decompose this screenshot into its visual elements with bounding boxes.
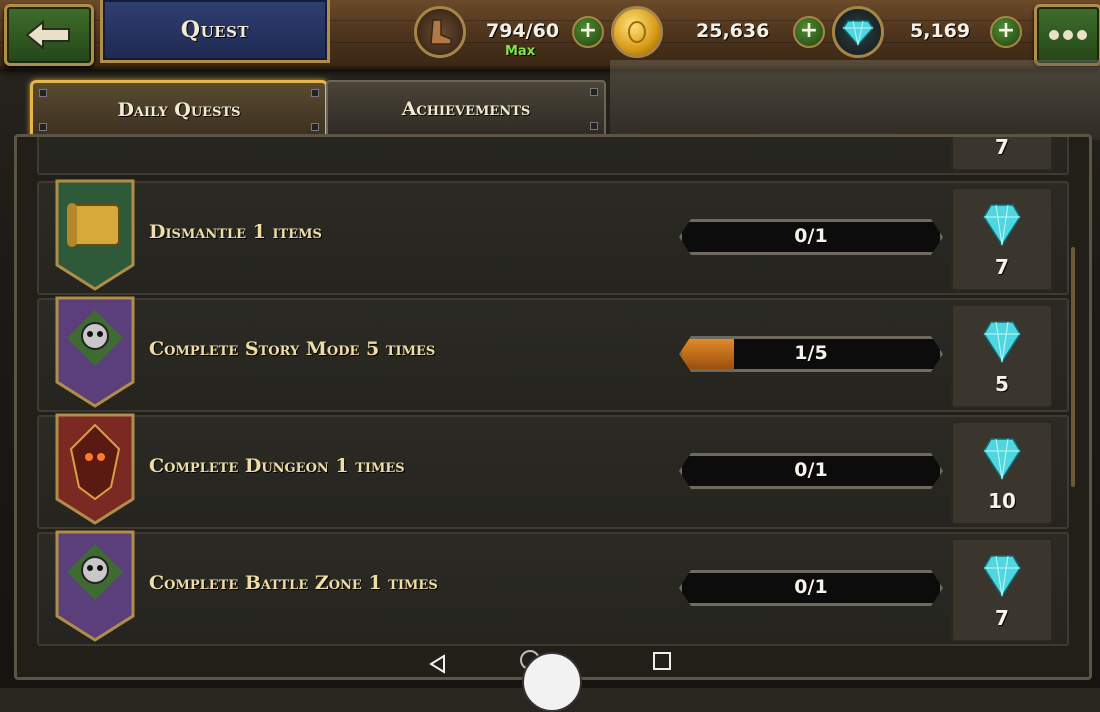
gem-icon: [983, 437, 1021, 485]
quest-name: Complete Story Mode 5 times: [149, 338, 436, 360]
tab-achievements-label: Achievements: [401, 98, 531, 120]
scroll-icon: [53, 179, 137, 291]
reward-amount: 5: [995, 372, 1009, 396]
gem-value: 5,169: [910, 20, 971, 42]
more-dots-icon: [1049, 30, 1087, 40]
reward-amount: 7: [995, 606, 1009, 630]
stamina-value: 794/60: [486, 20, 560, 42]
stamina-max-label: Max: [505, 44, 536, 59]
quest-row[interactable]: Complete Dungeon 1 times 0/1 10: [37, 413, 1069, 529]
list-item-partial: 7: [37, 135, 1069, 175]
quest-name: Complete Battle Zone 1 times: [149, 572, 438, 594]
reward-box[interactable]: 10: [951, 421, 1053, 525]
background-scenery: [610, 60, 1100, 140]
reward-box[interactable]: 7: [951, 538, 1053, 642]
quest-name: Complete Dungeon 1 times: [149, 455, 405, 477]
skull-icon: [53, 296, 137, 408]
tab-achievements[interactable]: Achievements: [326, 80, 606, 138]
nav-back-icon[interactable]: [428, 654, 448, 674]
back-arrow-icon: [25, 20, 70, 50]
quest-row[interactable]: Complete Story Mode 5 times 1/5 5: [37, 296, 1069, 412]
demon-icon: [53, 413, 137, 525]
gem-icon: [832, 6, 884, 58]
scrollbar[interactable]: [1071, 247, 1075, 487]
gem-icon: [983, 554, 1021, 602]
quest-list-panel[interactable]: 7 Dismantle 1 items 0/1 7 Complete Story…: [14, 134, 1092, 680]
page-title: Quest: [180, 17, 250, 43]
reward-amount: 10: [988, 489, 1016, 513]
gold-coin-icon: [611, 6, 663, 58]
progress-text: 0/1: [794, 576, 828, 598]
reward-amount: 7: [995, 255, 1009, 279]
gem-icon: [983, 320, 1021, 368]
more-menu-button[interactable]: [1034, 4, 1100, 66]
floating-menu-button[interactable]: [522, 652, 582, 712]
progress-bar: 0/1: [679, 219, 943, 255]
progress-bar: 0/1: [679, 453, 943, 489]
progress-bar: 0/1: [679, 570, 943, 606]
progress-text: 0/1: [794, 459, 828, 481]
add-stamina-button[interactable]: +: [572, 16, 604, 48]
add-gem-button[interactable]: +: [990, 16, 1022, 48]
gem-icon: [983, 203, 1021, 251]
reward-box[interactable]: 5: [951, 304, 1053, 408]
quest-row[interactable]: Dismantle 1 items 0/1 7: [37, 179, 1069, 295]
reward-box[interactable]: 7: [951, 187, 1053, 291]
progress-text: 0/1: [794, 225, 828, 247]
tab-daily-quests[interactable]: Daily Quests: [30, 80, 328, 140]
reward-box: 7: [951, 135, 1053, 171]
boot-icon: [414, 6, 466, 58]
nav-recent-icon[interactable]: [653, 652, 671, 670]
skull-icon: [53, 530, 137, 642]
quest-name: Dismantle 1 items: [149, 221, 322, 243]
progress-text: 1/5: [794, 342, 828, 364]
gold-value: 25,636: [696, 20, 770, 42]
quest-row[interactable]: Complete Battle Zone 1 times 0/1 7: [37, 530, 1069, 646]
progress-bar: 1/5: [679, 336, 943, 372]
quest-title-banner: Quest: [100, 0, 330, 63]
back-button[interactable]: [4, 4, 94, 66]
tab-daily-quests-label: Daily Quests: [117, 99, 241, 121]
add-gold-button[interactable]: +: [793, 16, 825, 48]
reward-amount: 7: [995, 135, 1009, 159]
